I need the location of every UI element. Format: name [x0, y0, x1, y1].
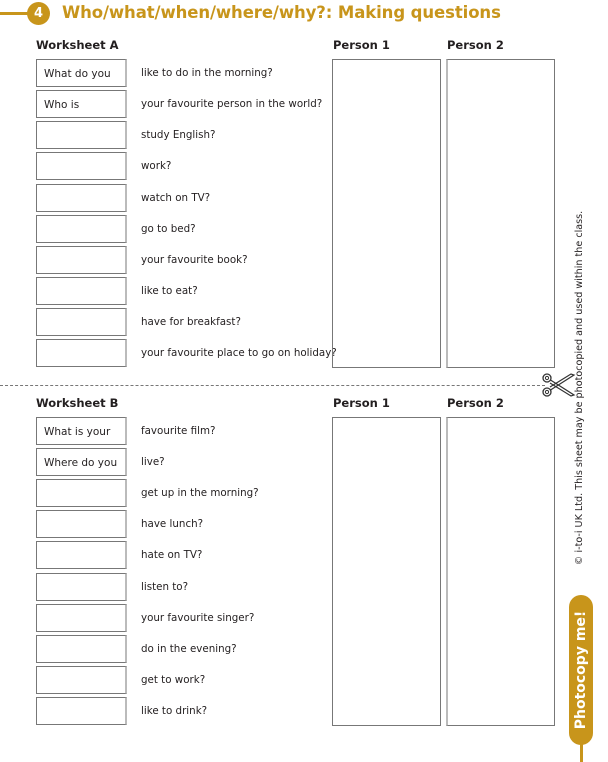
question-text: work? — [141, 160, 172, 172]
question-row: like to eat? — [36, 277, 336, 306]
person-1-answer-box[interactable] — [332, 59, 441, 368]
question-row: have lunch? — [36, 510, 336, 539]
question-row: have for breakfast? — [36, 308, 336, 337]
question-row: What is your favourite film? — [36, 417, 336, 446]
worksheet-b-label: Worksheet B — [36, 396, 119, 410]
person-2-answer-box[interactable] — [446, 59, 555, 368]
prompt-box[interactable] — [36, 308, 127, 336]
worksheet-a-label: Worksheet A — [36, 38, 119, 52]
prompt-box[interactable]: Who is — [36, 90, 127, 118]
question-row: listen to? — [36, 573, 336, 602]
question-row: get to work? — [36, 666, 336, 695]
prompt-box[interactable] — [36, 635, 127, 663]
prompt-box[interactable] — [36, 152, 127, 180]
prompt-box[interactable]: What is your — [36, 417, 127, 445]
question-row: get up in the morning? — [36, 479, 336, 508]
person-1-answer-box[interactable] — [332, 417, 441, 726]
prompt-box[interactable] — [36, 479, 127, 507]
person-1-label: Person 1 — [333, 38, 390, 52]
question-text: your favourite place to go on holiday? — [141, 347, 337, 359]
prompt-box[interactable] — [36, 339, 127, 367]
question-row: work? — [36, 152, 336, 181]
title-decor-line — [0, 12, 30, 15]
prompt-box[interactable] — [36, 121, 127, 149]
prompt-box[interactable] — [36, 246, 127, 274]
cut-line — [0, 385, 545, 386]
prompt-box[interactable] — [36, 215, 127, 243]
question-text: get to work? — [141, 674, 206, 686]
badge-decor-line — [580, 740, 583, 762]
prompt-box[interactable] — [36, 697, 127, 725]
question-row: your favourite place to go on holiday? — [36, 339, 337, 368]
copyright-text: © i-to-i UK Ltd. This sheet may be photo… — [574, 210, 585, 566]
question-text: study English? — [141, 129, 216, 141]
question-row: Who is your favourite person in the world… — [36, 90, 336, 119]
prompt-box[interactable]: Where do you — [36, 448, 127, 476]
question-text: your favourite person in the world? — [141, 98, 323, 110]
question-text: like to do in the morning? — [141, 67, 273, 79]
person-1-label: Person 1 — [333, 396, 390, 410]
question-text: have lunch? — [141, 518, 204, 530]
prompt-box[interactable] — [36, 666, 127, 694]
question-text: go to bed? — [141, 223, 196, 235]
prompt-box[interactable] — [36, 604, 127, 632]
prompt-box[interactable]: What do you — [36, 59, 127, 87]
question-text: get up in the morning? — [141, 487, 259, 499]
question-text: your favourite singer? — [141, 612, 255, 624]
question-row: Where do you live? — [36, 448, 336, 477]
page-title: Who/what/when/where/why?: Making questio… — [62, 3, 501, 22]
question-text: do in the evening? — [141, 643, 237, 655]
person-2-label: Person 2 — [447, 38, 504, 52]
question-row: go to bed? — [36, 215, 336, 244]
prompt-box[interactable] — [36, 184, 127, 212]
person-2-label: Person 2 — [447, 396, 504, 410]
photocopy-badge-text: Photocopy me! — [573, 610, 589, 730]
question-row: like to drink? — [36, 697, 336, 726]
section-number: 4 — [33, 6, 44, 21]
question-text: hate on TV? — [141, 549, 203, 561]
question-row: do in the evening? — [36, 635, 336, 664]
question-row: your favourite singer? — [36, 604, 336, 633]
prompt-box[interactable] — [36, 510, 127, 538]
question-text: like to drink? — [141, 705, 208, 717]
question-row: watch on TV? — [36, 184, 336, 213]
copyright-notice: © i-to-i UK Ltd. This sheet may be photo… — [574, 211, 588, 565]
photocopy-badge: Photocopy me! — [569, 595, 593, 745]
question-text: like to eat? — [141, 285, 198, 297]
scissors-icon — [542, 373, 576, 397]
prompt-box[interactable] — [36, 277, 127, 305]
question-text: have for breakfast? — [141, 316, 241, 328]
section-number-badge: 4 — [27, 2, 50, 25]
question-text: live? — [141, 456, 165, 468]
person-2-answer-box[interactable] — [446, 417, 555, 726]
question-row: What do you like to do in the morning? — [36, 59, 336, 88]
question-row: hate on TV? — [36, 541, 336, 570]
prompt-box[interactable] — [36, 541, 127, 569]
question-text: your favourite book? — [141, 254, 248, 266]
question-text: favourite film? — [141, 425, 216, 437]
question-row: your favourite book? — [36, 246, 336, 275]
prompt-box[interactable] — [36, 573, 127, 601]
question-text: listen to? — [141, 581, 189, 593]
question-row: study English? — [36, 121, 336, 150]
question-text: watch on TV? — [141, 192, 211, 204]
